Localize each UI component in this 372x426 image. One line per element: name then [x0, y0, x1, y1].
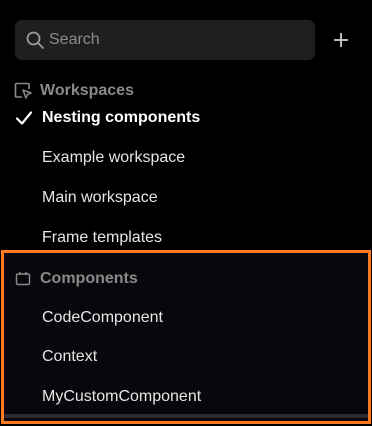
component-item-codecomponent[interactable]: CodeComponent: [14, 305, 163, 331]
workspace-item-label: Main workspace: [42, 189, 158, 206]
component-item-mycustomcomponent[interactable]: MyCustomComponent: [14, 384, 201, 410]
workspaces-header: Workspaces: [14, 79, 134, 103]
search-box[interactable]: [15, 20, 315, 60]
workspace-item-main-workspace[interactable]: Main workspace: [14, 185, 158, 211]
workspace-item-label: Nesting components: [42, 109, 201, 126]
workspace-item-label: Example workspace: [42, 149, 186, 166]
add-button[interactable]: [327, 26, 355, 54]
search-icon: [26, 31, 44, 49]
component-item-label: Context: [42, 348, 98, 365]
workspace-item-example-workspace[interactable]: Example workspace: [14, 145, 185, 171]
workspace-item-nesting-components[interactable]: Nesting components: [14, 105, 200, 131]
check-icon: [15, 111, 33, 125]
component-item-context[interactable]: Context: [14, 344, 97, 370]
cursor-frame-icon: [14, 82, 32, 99]
workspace-item-label: Frame templates: [42, 229, 163, 246]
workspaces-header-label: Workspaces: [40, 82, 134, 99]
plus-icon: [334, 33, 348, 47]
component-item-label: MyCustomComponent: [42, 388, 202, 405]
component-box-icon: [15, 272, 31, 286]
components-header-label: Components: [40, 270, 138, 287]
component-item-label: CodeComponent: [42, 309, 163, 326]
search-input[interactable]: [49, 20, 299, 60]
workspace-item-frame-templates[interactable]: Frame templates: [14, 225, 162, 251]
scroll-track[interactable]: [4, 414, 368, 418]
components-header: Components: [14, 267, 138, 291]
